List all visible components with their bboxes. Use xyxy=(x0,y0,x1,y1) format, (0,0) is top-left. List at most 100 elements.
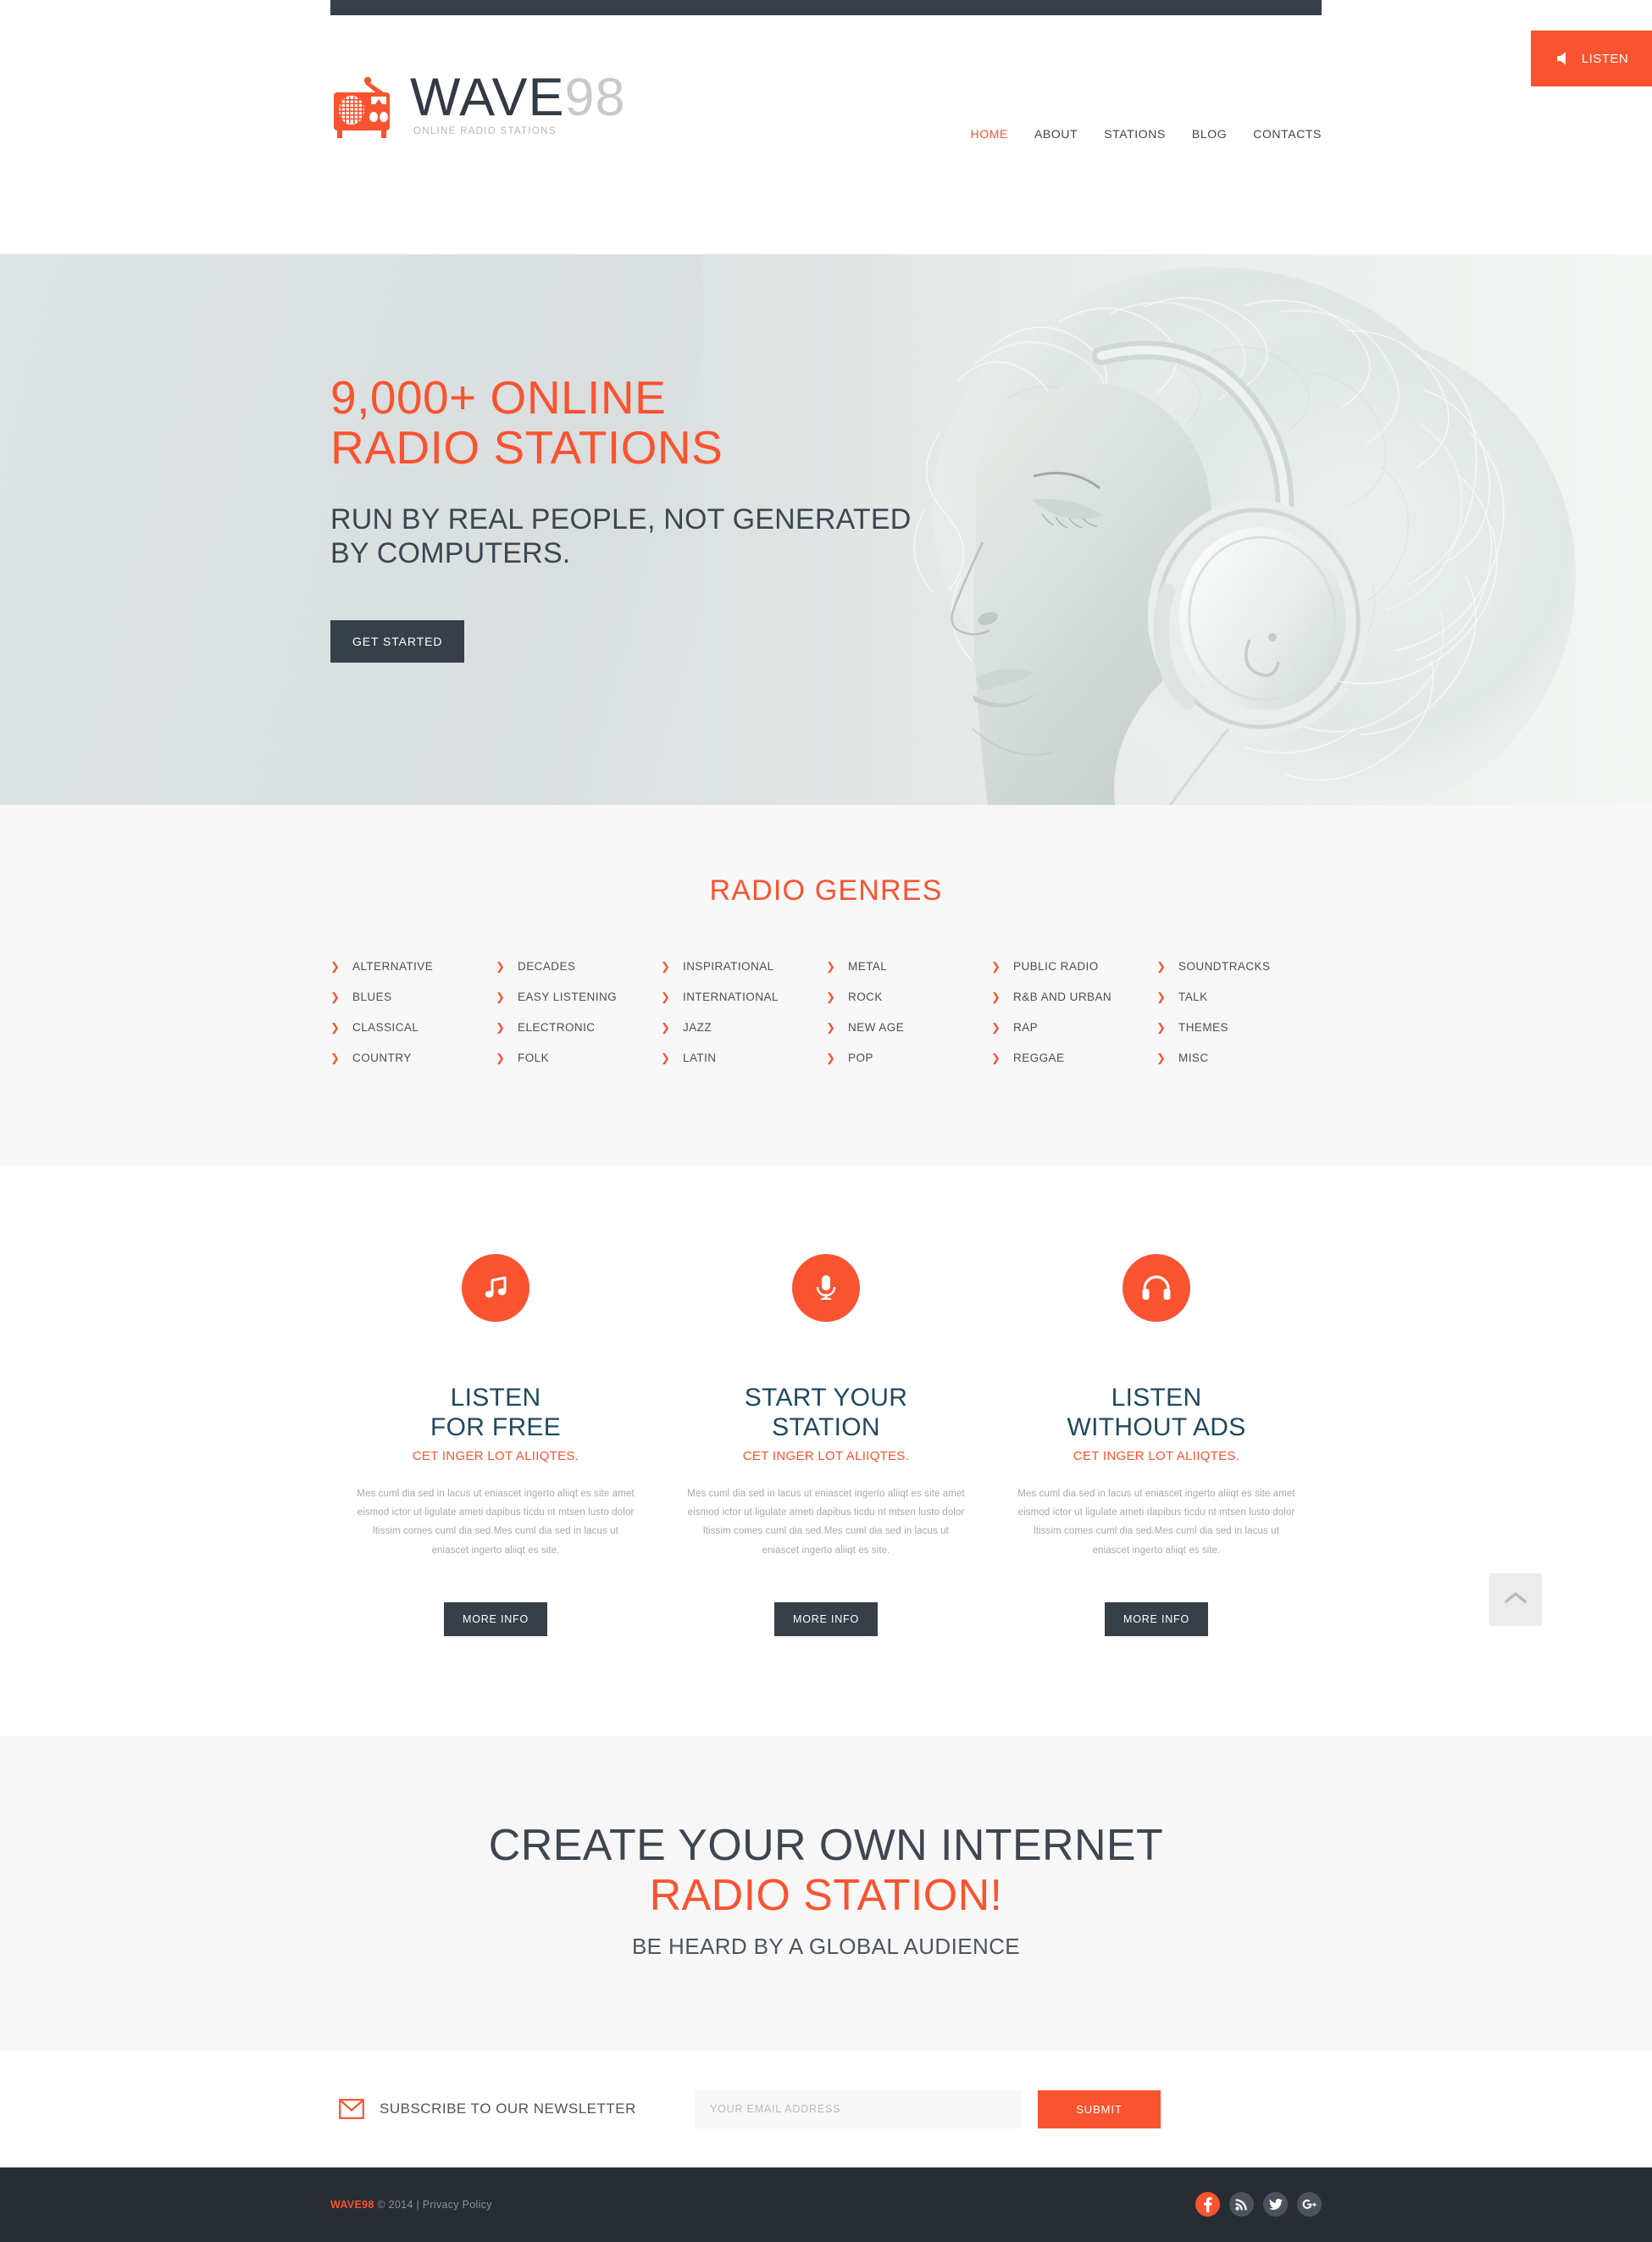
genre-link-folk[interactable]: ❯ FOLK xyxy=(496,1052,661,1064)
headphones-icon[interactable] xyxy=(1123,1254,1190,1322)
feature-title-line2: FOR FREE xyxy=(430,1412,562,1441)
listen-label: LISTEN xyxy=(1581,51,1629,66)
genre-link-themes[interactable]: ❯ THEMES xyxy=(1156,1021,1322,1034)
genre-label: TALK xyxy=(1178,991,1208,1003)
genre-label: INSPIRATIONAL xyxy=(683,960,774,973)
chevron-right-icon: ❯ xyxy=(661,960,670,973)
genre-label: NEW AGE xyxy=(848,1021,905,1034)
top-bar xyxy=(0,0,1652,15)
newsletter-label-group: SUBSCRIBE TO OUR NEWSLETTER xyxy=(330,2099,695,2120)
cta-line2: RADIO STATION! xyxy=(649,1870,1003,1920)
cta-line1: CREATE YOUR OWN INTERNET xyxy=(488,1821,1164,1871)
chevron-right-icon: ❯ xyxy=(826,1052,835,1064)
genre-label: SOUNDTRACKS xyxy=(1178,960,1271,973)
more-info-button[interactable]: MORE INFO xyxy=(1104,1602,1209,1637)
genre-link-international[interactable]: ❯ INTERNATIONAL xyxy=(661,991,826,1003)
google-plus-icon[interactable] xyxy=(1297,2192,1322,2217)
hero-content: 9,000+ ONLINE RADIO STATIONS RUN BY REAL… xyxy=(330,254,1322,805)
chevron-right-icon: ❯ xyxy=(1156,1052,1166,1064)
genre-label: DECADES xyxy=(518,960,576,973)
speaker-icon xyxy=(1555,49,1573,68)
genre-link-rock[interactable]: ❯ ROCK xyxy=(826,991,991,1003)
features-inner: LISTEN FOR FREE CET INGER LOT ALIIQTES. … xyxy=(330,1254,1322,1637)
feature-title: LISTEN WITHOUT ADS xyxy=(1015,1384,1298,1443)
footer-inner: WAVE98 © 2014 | Privacy Policy xyxy=(330,2167,1322,2242)
chevron-right-icon: ❯ xyxy=(826,960,835,973)
genre-link-metal[interactable]: ❯ METAL xyxy=(826,960,991,973)
genre-link-latin[interactable]: ❯ LATIN xyxy=(661,1052,826,1064)
copyright: WAVE98 © 2014 | Privacy Policy xyxy=(330,2199,492,2211)
genre-link-easy-listening[interactable]: ❯ EASY LISTENING xyxy=(496,991,661,1003)
nav-item-home[interactable]: HOME xyxy=(971,127,1008,141)
chevron-right-icon: ❯ xyxy=(496,1052,505,1064)
genre-label: EASY LISTENING xyxy=(518,991,618,1003)
feature-title: START YOUR STATION xyxy=(685,1384,967,1443)
genre-link-blues[interactable]: ❯ BLUES xyxy=(330,991,496,1003)
get-started-button[interactable]: GET STARTED xyxy=(330,620,465,663)
scroll-to-top-button[interactable] xyxy=(1489,1573,1542,1627)
genre-link-country[interactable]: ❯ COUNTRY xyxy=(330,1052,496,1064)
logo-tagline: ONLINE RADIO STATIONS xyxy=(413,126,557,136)
genre-link-inspirational[interactable]: ❯ INSPIRATIONAL xyxy=(661,960,826,973)
cta-section: CREATE YOUR OWN INTERNET RADIO STATION! … xyxy=(0,1736,1652,2051)
chevron-right-icon: ❯ xyxy=(330,991,340,1003)
page-root: LISTEN WAVE98 ONLINE RADIO STATIONS HOME… xyxy=(0,0,1652,2242)
genre-link-electronic[interactable]: ❯ ELECTRONIC xyxy=(496,1021,661,1034)
chevron-right-icon: ❯ xyxy=(330,1052,340,1064)
genre-label: LATIN xyxy=(683,1052,717,1064)
listen-button[interactable]: LISTEN xyxy=(1531,31,1652,86)
social-links xyxy=(1195,2192,1322,2217)
genre-label: ELECTRONIC xyxy=(518,1021,596,1034)
genre-label: FOLK xyxy=(518,1052,550,1064)
submit-button[interactable]: SUBMIT xyxy=(1038,2089,1161,2128)
genre-column: ❯ INSPIRATIONAL ❯ INTERNATIONAL ❯ JAZZ ❯ LAT… xyxy=(661,960,826,1082)
genre-link-pop[interactable]: ❯ POP xyxy=(826,1052,991,1064)
twitter-icon[interactable] xyxy=(1263,2192,1288,2217)
genre-link-alternative[interactable]: ❯ ALTERNATIVE xyxy=(330,960,496,973)
genre-link-new-age[interactable]: ❯ NEW AGE xyxy=(826,1021,991,1034)
genre-link-talk[interactable]: ❯ TALK xyxy=(1156,991,1322,1003)
rss-icon[interactable] xyxy=(1229,2192,1254,2217)
newsletter-section: SUBSCRIBE TO OUR NEWSLETTER SUBMIT xyxy=(0,2051,1652,2167)
email-input[interactable] xyxy=(695,2089,1021,2128)
nav-item-about[interactable]: ABOUT xyxy=(1034,127,1078,141)
genre-link-rap[interactable]: ❯ RAP xyxy=(991,1021,1156,1034)
chevron-right-icon: ❯ xyxy=(661,1021,670,1034)
genre-link-decades[interactable]: ❯ DECADES xyxy=(496,960,661,973)
nav-item-stations[interactable]: STATIONS xyxy=(1104,127,1166,141)
genre-label: ROCK xyxy=(848,991,883,1003)
feature-title-line1: START YOUR xyxy=(744,1384,908,1412)
genre-link-rnb-and-urban[interactable]: ❯ R&B AND URBAN xyxy=(991,991,1156,1003)
music-note-icon[interactable] xyxy=(462,1254,529,1322)
nav-item-contacts[interactable]: CONTACTS xyxy=(1253,127,1322,141)
radio-logo-icon xyxy=(330,75,400,142)
chevron-right-icon: ❯ xyxy=(661,991,670,1003)
chevron-up-icon xyxy=(1505,1591,1527,1609)
genre-column: ❯ SOUNDTRACKS ❯ TALK ❯ THEMES ❯ MISC xyxy=(1156,960,1322,1082)
genre-link-jazz[interactable]: ❯ JAZZ xyxy=(661,1021,826,1034)
chevron-right-icon: ❯ xyxy=(991,991,1001,1003)
nav-item-blog[interactable]: BLOG xyxy=(1192,127,1227,141)
facebook-icon[interactable] xyxy=(1195,2192,1220,2217)
hero-subtitle-line1: RUN BY REAL PEOPLE, NOT GENERATED xyxy=(330,503,912,536)
copyright-text: © 2014 | xyxy=(377,2198,419,2211)
hero-section: 9,000+ ONLINE RADIO STATIONS RUN BY REAL… xyxy=(0,254,1652,805)
more-info-button[interactable]: MORE INFO xyxy=(773,1602,879,1637)
genre-label: INTERNATIONAL xyxy=(683,991,779,1003)
chevron-right-icon: ❯ xyxy=(991,1021,1001,1034)
microphone-icon[interactable] xyxy=(792,1254,860,1322)
feature-title-line2: STATION xyxy=(772,1412,880,1441)
header-inner: WAVE98 ONLINE RADIO STATIONS HOME ABOUT … xyxy=(330,15,1322,254)
genre-link-classical[interactable]: ❯ CLASSICAL xyxy=(330,1021,496,1034)
genre-link-soundtracks[interactable]: ❯ SOUNDTRACKS xyxy=(1156,960,1322,973)
genre-link-misc[interactable]: ❯ MISC xyxy=(1156,1052,1322,1064)
genre-label: RAP xyxy=(1013,1021,1039,1034)
privacy-policy-link[interactable]: Privacy Policy xyxy=(423,2199,492,2211)
genre-link-reggae[interactable]: ❯ REGGAE xyxy=(991,1052,1156,1064)
genre-link-public-radio[interactable]: ❯ PUBLIC RADIO xyxy=(991,960,1156,973)
chevron-right-icon: ❯ xyxy=(330,960,340,973)
more-info-button[interactable]: MORE INFO xyxy=(443,1602,548,1637)
logo[interactable]: WAVE98 ONLINE RADIO STATIONS xyxy=(330,71,626,142)
genre-label: PUBLIC RADIO xyxy=(1013,960,1099,973)
genre-label: METAL xyxy=(848,960,888,973)
